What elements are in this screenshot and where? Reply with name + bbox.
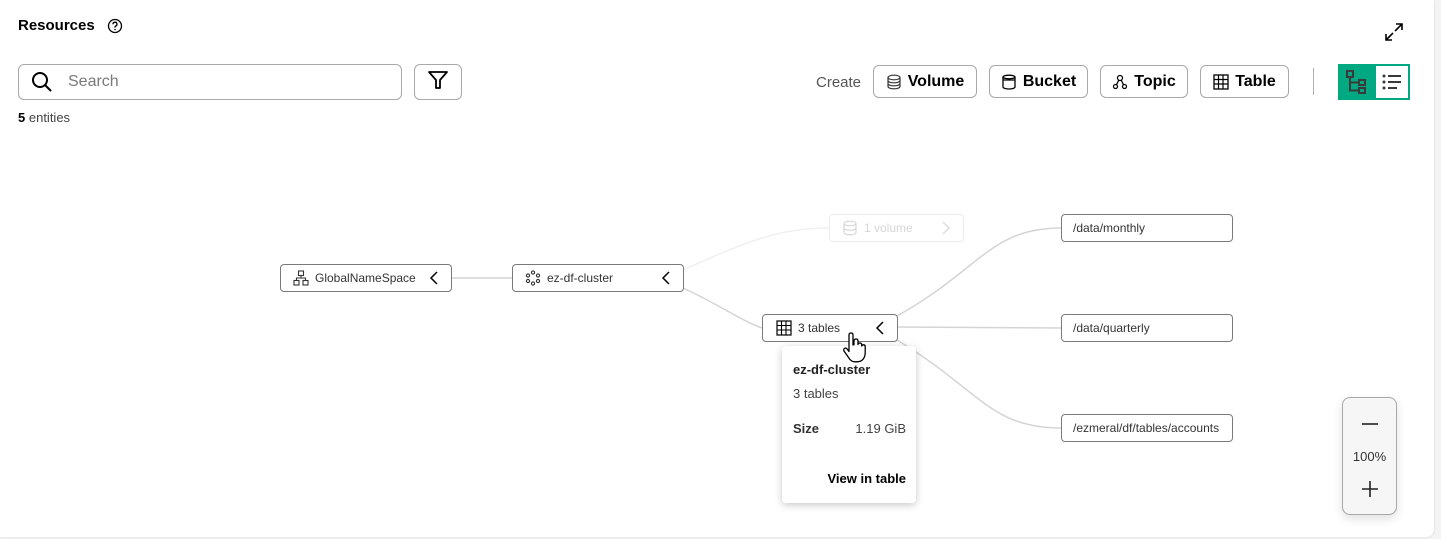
node-tooltip: ez-df-cluster 3 tables Size 1.19 GiB Vie… bbox=[782, 346, 916, 503]
node-label: GlobalNameSpace bbox=[315, 271, 416, 285]
graph-node-table-accounts[interactable]: /ezmeral/df/tables/accounts bbox=[1061, 414, 1233, 442]
header: Resources bbox=[18, 17, 123, 34]
node-label: /data/monthly bbox=[1073, 221, 1146, 235]
list-view-button[interactable] bbox=[1374, 64, 1410, 100]
expand-icon[interactable] bbox=[1383, 21, 1405, 43]
table-icon bbox=[776, 320, 792, 336]
search-input[interactable] bbox=[66, 72, 380, 92]
graph-node-table-quarterly[interactable]: /data/quarterly bbox=[1061, 314, 1233, 342]
graph-node-table-monthly[interactable]: /data/monthly bbox=[1061, 214, 1233, 242]
chevron-left-icon[interactable] bbox=[875, 321, 885, 335]
hand-pointer-cursor-icon bbox=[843, 332, 866, 363]
create-table-button[interactable]: Table bbox=[1200, 65, 1289, 98]
create-volume-label: Volume bbox=[907, 72, 965, 90]
create-volume-button[interactable]: Volume bbox=[873, 65, 977, 98]
cluster-icon bbox=[525, 270, 541, 286]
tree-view-button[interactable] bbox=[1338, 64, 1374, 100]
tooltip-size-value: 1.19 GiB bbox=[855, 421, 906, 436]
entity-count-label: entities bbox=[28, 110, 71, 125]
zoom-level: 100% bbox=[1352, 449, 1387, 464]
create-label: Create bbox=[816, 74, 862, 91]
view-toggle bbox=[1338, 64, 1410, 100]
chevron-left-icon[interactable] bbox=[661, 271, 671, 285]
create-bucket-button[interactable]: Bucket bbox=[989, 65, 1088, 98]
node-label: 3 tables bbox=[798, 321, 841, 335]
zoom-control: 100% bbox=[1342, 397, 1397, 515]
minus-icon bbox=[1361, 423, 1378, 425]
create-table-label: Table bbox=[1235, 72, 1276, 90]
database-icon bbox=[843, 220, 857, 236]
node-label: /ezmeral/df/tables/accounts bbox=[1073, 421, 1220, 435]
entity-count-value: 5 bbox=[18, 110, 26, 125]
chevron-left-icon[interactable] bbox=[429, 271, 439, 285]
resources-panel: Resources 5 entities Create Volume Bucke… bbox=[0, 0, 1434, 537]
graph-node-cluster[interactable]: ez-df-cluster bbox=[512, 264, 684, 292]
page-title: Resources bbox=[18, 17, 95, 34]
entity-count: 5 entities bbox=[18, 110, 70, 125]
create-topic-button[interactable]: Topic bbox=[1100, 65, 1188, 98]
create-topic-label: Topic bbox=[1134, 72, 1176, 90]
tooltip-subtitle: 3 tables bbox=[793, 386, 839, 401]
filter-icon bbox=[427, 69, 449, 96]
hierarchy-icon bbox=[293, 270, 309, 286]
list-view-icon bbox=[1382, 74, 1401, 90]
chevron-right-icon[interactable] bbox=[941, 221, 951, 235]
database-icon bbox=[887, 74, 901, 89]
view-in-table-link[interactable]: View in table bbox=[827, 471, 906, 486]
zoom-in-button[interactable] bbox=[1343, 474, 1396, 504]
zoom-out-button[interactable] bbox=[1343, 409, 1396, 439]
search-box[interactable] bbox=[18, 64, 402, 100]
toolbar-divider bbox=[1313, 68, 1314, 95]
graph-node-tables[interactable]: 3 tables bbox=[762, 314, 898, 342]
help-circle-icon[interactable] bbox=[107, 18, 123, 34]
node-label: ez-df-cluster bbox=[547, 271, 614, 285]
filter-button[interactable] bbox=[414, 64, 462, 100]
plus-icon bbox=[1361, 481, 1378, 497]
graph-node-volume[interactable]: 1 volume bbox=[829, 214, 964, 242]
search-icon bbox=[31, 71, 53, 93]
table-icon bbox=[1213, 73, 1229, 90]
graph-node-globalnamespace[interactable]: GlobalNameSpace bbox=[280, 264, 452, 292]
topic-icon bbox=[1113, 74, 1128, 89]
tree-view-icon bbox=[1346, 70, 1366, 94]
node-label: 1 volume bbox=[864, 221, 913, 235]
create-bucket-label: Bucket bbox=[1022, 72, 1077, 90]
bucket-icon bbox=[1002, 74, 1016, 90]
node-label: /data/quarterly bbox=[1073, 321, 1150, 335]
tooltip-size-label: Size bbox=[793, 421, 820, 436]
